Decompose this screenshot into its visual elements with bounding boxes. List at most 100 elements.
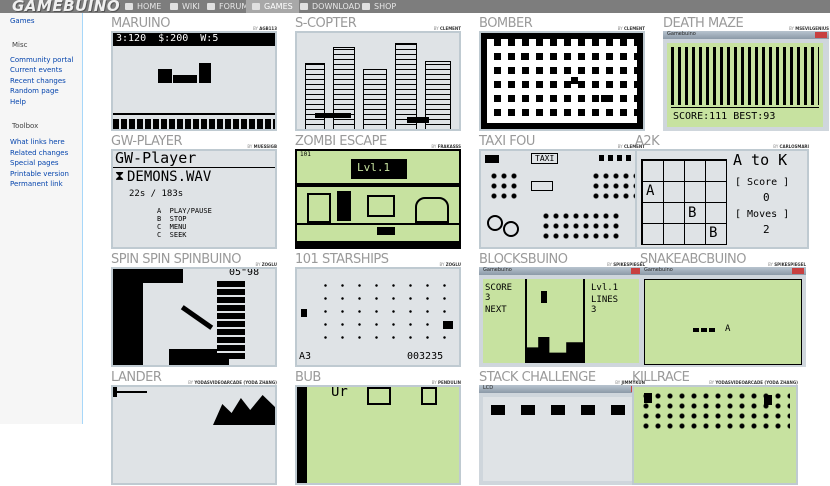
game-screenshot[interactable] (632, 385, 798, 485)
game-screenshot[interactable]: A3 003235 (295, 267, 461, 367)
game-title[interactable]: SPIN SPIN SPINBUINO (111, 252, 241, 267)
nav-home[interactable]: HOME (125, 0, 161, 13)
game-card-bub[interactable]: BUB BY PENDULIN Ur (295, 370, 461, 486)
game-screen (297, 33, 459, 129)
sidebar-item-current-events[interactable]: Current events (10, 66, 62, 74)
game-screen: 05"98 (113, 269, 275, 365)
game-screenshot[interactable]: LCD (479, 385, 645, 485)
sidebar-item-games[interactable]: Games (10, 17, 35, 25)
wall (217, 279, 245, 359)
game-screenshot[interactable] (111, 385, 277, 485)
close-icon[interactable] (815, 32, 827, 38)
falling-piece (541, 291, 547, 303)
nav-games[interactable]: GAMES (246, 0, 299, 13)
game-card-a2k[interactable]: A2K BY CARLOSMARI A B B A to K [ Score ]… (635, 134, 809, 250)
menu-line: C MENU (157, 223, 187, 231)
game-screen: 3:120 $:200 W:5 (113, 33, 275, 129)
game-screenshot[interactable]: Ur (295, 385, 461, 485)
game-card-stack-challenge[interactable]: STACK CHALLENGE BY JIMMYKUN LCD (479, 370, 645, 486)
game-title[interactable]: BUB (295, 370, 321, 385)
game-title[interactable]: LANDER (111, 370, 162, 385)
nav-shop[interactable]: SHOP (362, 0, 396, 13)
sidebar-item-printable-version[interactable]: Printable version (10, 170, 69, 178)
game-card-killrace[interactable]: KILLRACE BY YODASVIDEOARCADE (YODA ZHANG… (632, 370, 798, 486)
enemy-ship (443, 321, 453, 329)
sidebar-item-recent-changes[interactable]: Recent changes (10, 77, 66, 85)
nav-wiki[interactable]: WIKI (170, 0, 200, 13)
game-card-death-maze[interactable]: DEATH MAZE BY MSEVILGENIUS Gamebuino SCO… (663, 16, 829, 132)
trees (591, 171, 635, 201)
game-title[interactable]: ZOMBI ESCAPE (295, 134, 387, 149)
arena-grid (487, 39, 637, 123)
game-screenshot[interactable]: GW-Player ⧗ DEMONS.WAV 22s / 183s A PLAY… (111, 149, 277, 249)
game-card-s-copter[interactable]: S-COPTER BY CLEMENT (295, 16, 461, 132)
game-title[interactable]: 101 STARSHIPS (295, 252, 389, 267)
game-title[interactable]: BOMBER (479, 16, 533, 31)
sidebar-item-help[interactable]: Help (10, 98, 26, 106)
divider (671, 107, 819, 108)
game-screenshot[interactable]: Gamebuino SCORE:111 BEST:93 (663, 31, 829, 131)
pipe (199, 63, 211, 83)
game-card-maruino[interactable]: MARUINO BY AGB113 3:120 $:200 W:5 (111, 16, 277, 132)
sidebar-item-related-changes[interactable]: Related changes (10, 149, 68, 157)
lines-value: 3 (591, 305, 597, 315)
game-card-spin-spin-spinbuino[interactable]: SPIN SPIN SPINBUINO BY ZOGLU 05"98 (111, 252, 277, 368)
counter: 101 (300, 151, 311, 158)
game-card-blocksbuino[interactable]: BLOCKSBUINO BY SPIKESPIEGEL Gamebuino SC… (479, 252, 645, 368)
top-navigation-bar: GAMEBUINO HOME WIKI FORUM GAMES DOWNLOAD… (0, 0, 830, 15)
game-card-snakeabcbuino[interactable]: SNAKEABCBUINO BY SPIKESPIEGEL Gamebuino … (640, 252, 806, 368)
nav-download[interactable]: DOWNLOAD (300, 0, 360, 13)
game-screenshot[interactable]: A B B A to K [ Score ] 0 [ Moves ] 2 (635, 149, 809, 249)
emulator-titlebar: Gamebuino (663, 31, 829, 39)
sidebar-heading-misc[interactable]: Misc (12, 41, 27, 49)
game-screenshot[interactable]: 3:120 $:200 W:5 (111, 31, 277, 131)
nav-home-label: HOME (137, 2, 162, 11)
game-screenshot[interactable]: Gamebuino A (640, 267, 806, 367)
game-screenshot[interactable] (295, 31, 461, 131)
file-name: DEMONS.WAV (127, 169, 212, 185)
sidebar-item-community-portal[interactable]: Community portal (10, 56, 73, 64)
enemy (485, 155, 499, 163)
hud-text: 3:120 $:200 W:5 (116, 33, 219, 44)
level-text: Lvl.1 (591, 283, 619, 293)
game-screenshot[interactable]: 101 Lvl.1 (295, 149, 461, 249)
games-icon (252, 3, 260, 10)
sidebar-heading-toolbox[interactable]: Toolbox (12, 122, 38, 130)
game-screen: GW-Player ⧗ DEMONS.WAV 22s / 183s A PLAY… (113, 151, 275, 247)
game-screenshot[interactable]: 05"98 (111, 267, 277, 367)
game-screenshot[interactable]: Gamebuino SCORE 3 NEXT Lvl.1 LINES 3 (479, 267, 645, 367)
game-card-gw-player[interactable]: GW-PLAYER BY MUESSIGB GW-Player ⧗ DEMONS… (111, 134, 277, 250)
target-letter: A (725, 324, 731, 334)
game-title[interactable]: SNAKEABCBUINO (640, 252, 747, 267)
nav-forum[interactable]: FORUM (207, 0, 248, 13)
game-screenshot[interactable] (479, 31, 645, 131)
game-title[interactable]: KILLRACE (632, 370, 690, 385)
game-title[interactable]: STACK CHALLENGE (479, 370, 596, 385)
game-card-101-starships[interactable]: 101 STARSHIPS BY ZOGLU A3 003235 (295, 252, 461, 368)
sidebar-item-permanent-link[interactable]: Permanent link (10, 180, 63, 188)
game-card-bomber[interactable]: BOMBER BY CLEMENT (479, 16, 645, 132)
game-screen (481, 33, 643, 129)
nav-shop-label: SHOP (374, 2, 397, 11)
game-card-lander[interactable]: LANDER BY YODASVIDEOARCADE (YODA ZHANG) (111, 370, 277, 486)
game-title[interactable]: GW-PLAYER (111, 134, 183, 149)
game-card-taxi-fou[interactable]: TAXI FOU BY CLEMENT TAXI (479, 134, 645, 250)
sidebar-item-random-page[interactable]: Random page (10, 87, 59, 95)
game-title[interactable]: DEATH MAZE (663, 16, 744, 31)
game-screen: 101 Lvl.1 (297, 151, 459, 247)
crate (601, 95, 608, 102)
game-screenshot[interactable]: TAXI (479, 149, 645, 249)
game-title[interactable]: S-COPTER (295, 16, 357, 31)
game-title[interactable]: A2K (635, 134, 660, 149)
game-card-zombi-escape[interactable]: ZOMBI ESCAPE BY FRAKASSS 101 Lvl.1 (295, 134, 461, 250)
game-title[interactable]: TAXI FOU (479, 134, 535, 149)
ground-tiles (113, 119, 275, 129)
close-icon[interactable] (792, 268, 804, 274)
game-title[interactable]: MARUINO (111, 16, 170, 31)
nav-games-label: GAMES (264, 2, 293, 11)
game-title[interactable]: BLOCKSBUINO (479, 252, 568, 267)
well-left (525, 279, 527, 363)
sidebar-item-special-pages[interactable]: Special pages (10, 159, 59, 167)
wheel (503, 221, 519, 237)
sidebar-item-what-links-here[interactable]: What links here (10, 138, 65, 146)
